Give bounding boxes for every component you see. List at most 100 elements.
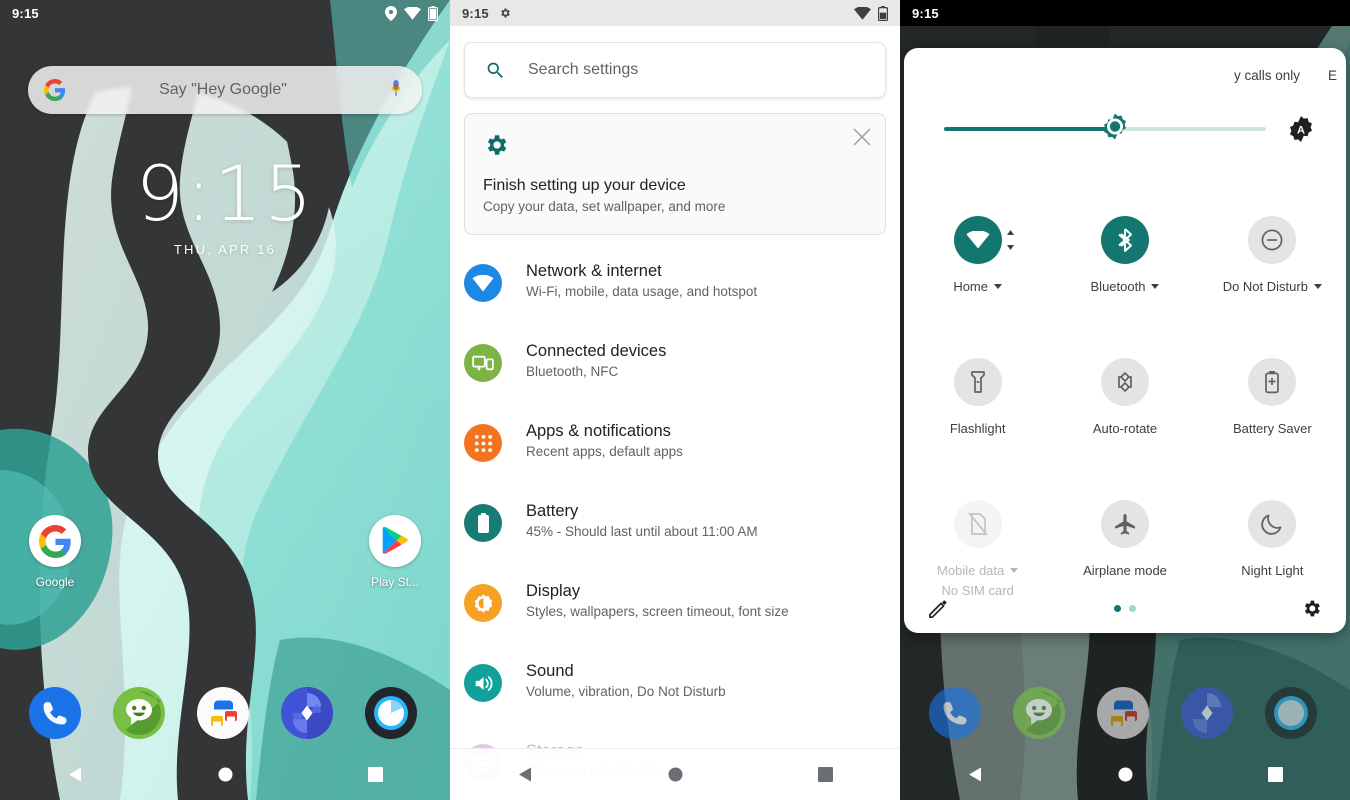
app-icon-play-store[interactable]: Play St... bbox=[350, 515, 440, 589]
recents-button[interactable] bbox=[1235, 766, 1315, 782]
apps-grid-icon bbox=[474, 434, 492, 452]
qs-tile-bluetooth[interactable]: Bluetooth bbox=[1051, 208, 1198, 350]
close-icon[interactable] bbox=[853, 128, 871, 146]
dock-icon-messages[interactable] bbox=[1011, 685, 1067, 741]
recents-button[interactable] bbox=[785, 767, 865, 782]
airplane-icon bbox=[1100, 500, 1149, 548]
settings-item-sub: Bluetooth, NFC bbox=[526, 364, 619, 379]
settings-search-bar[interactable]: Search settings bbox=[464, 42, 886, 98]
qs-tile-label: Night Light bbox=[1241, 563, 1304, 578]
battery-saver-icon bbox=[1248, 358, 1297, 406]
battery-icon bbox=[477, 512, 489, 533]
status-bar-clock: 9:15 bbox=[462, 5, 489, 21]
wifi-icon bbox=[472, 274, 494, 291]
qs-tile-flashlight[interactable]: Flashlight bbox=[904, 350, 1051, 492]
back-button[interactable] bbox=[35, 766, 115, 783]
back-button[interactable] bbox=[485, 766, 565, 783]
three-panel-screenshot: 9:15 Say "Hey Google" 9:15 THU, APR 16 G… bbox=[0, 0, 1350, 800]
no-sim-icon bbox=[953, 500, 1002, 548]
panel-home-screen: 9:15 Say "Hey Google" 9:15 THU, APR 16 G… bbox=[0, 0, 450, 800]
dock-icon-contacts[interactable] bbox=[195, 685, 251, 741]
settings-item-title: Sound bbox=[526, 662, 574, 680]
search-hint-text: Say "Hey Google" bbox=[159, 81, 287, 98]
microphone-icon[interactable] bbox=[386, 79, 406, 101]
quick-settings-tiles: Home Bluetooth Do Not Disturb Flashlight… bbox=[904, 208, 1346, 633]
wallpaper bbox=[0, 0, 450, 800]
phone-icon bbox=[29, 687, 81, 739]
settings-item-display[interactable]: Display Styles, wallpapers, screen timeo… bbox=[450, 568, 900, 648]
qs-tile-do-not-disturb[interactable]: Do Not Disturb bbox=[1199, 208, 1346, 350]
bluetooth-icon bbox=[1100, 216, 1149, 264]
dock-icon-phone[interactable] bbox=[27, 685, 83, 741]
devices-icon bbox=[472, 355, 494, 371]
qs-tile-label: Bluetooth bbox=[1090, 279, 1146, 294]
suggestion-title: Finish setting up your device bbox=[483, 177, 686, 194]
dnd-icon bbox=[1248, 216, 1297, 264]
settings-item-sound[interactable]: Sound Volume, vibration, Do Not Disturb bbox=[450, 648, 900, 728]
gear-icon[interactable] bbox=[1301, 598, 1322, 619]
settings-item-apps[interactable]: Apps & notifications Recent apps, defaul… bbox=[450, 408, 900, 488]
settings-item-sub: Volume, vibration, Do Not Disturb bbox=[526, 684, 726, 699]
contacts-icon bbox=[197, 687, 249, 739]
quick-settings-panel: y calls only E A Home Bluetooth Do Not D… bbox=[904, 48, 1346, 633]
qs-tile-auto-rotate[interactable]: Auto-rotate bbox=[1051, 350, 1198, 492]
carrier-label-left: y calls only bbox=[1233, 68, 1300, 83]
home-status-bar: 9:15 bbox=[0, 0, 450, 26]
dock-icon-contacts[interactable] bbox=[1095, 685, 1151, 741]
chevron-down-icon[interactable] bbox=[1010, 568, 1019, 573]
carrier-text-row: y calls only E bbox=[904, 68, 1346, 83]
home-button[interactable] bbox=[635, 767, 715, 782]
chevron-down-icon[interactable] bbox=[994, 284, 1002, 289]
app-icon-google[interactable]: Google bbox=[10, 515, 100, 589]
status-bar-clock: 9:15 bbox=[12, 5, 39, 21]
settings-list: Network & internet Wi-Fi, mobile, data u… bbox=[450, 248, 900, 800]
messages-icon bbox=[113, 687, 165, 739]
page-dot[interactable] bbox=[1128, 605, 1136, 612]
quicksettings-nav-bar bbox=[900, 748, 1350, 800]
home-button[interactable] bbox=[185, 767, 265, 782]
chevron-down-icon[interactable] bbox=[1151, 284, 1160, 289]
google-app-icon bbox=[38, 524, 71, 558]
updown-arrows-icon bbox=[1006, 230, 1014, 250]
home-icon bbox=[668, 767, 682, 782]
dock-icon-photos[interactable] bbox=[1179, 685, 1235, 741]
page-dot-active[interactable] bbox=[1113, 605, 1121, 612]
back-button[interactable] bbox=[935, 766, 1015, 783]
dock-icon-photos[interactable] bbox=[279, 685, 335, 741]
settings-item-title: Battery bbox=[526, 502, 579, 520]
auto-brightness-icon[interactable]: A bbox=[1288, 116, 1314, 142]
home-dock bbox=[0, 685, 450, 745]
dock-icon-camera[interactable] bbox=[1263, 685, 1319, 741]
app-label: Google bbox=[35, 575, 75, 589]
clock-widget[interactable]: 9:15 THU, APR 16 bbox=[0, 156, 450, 258]
svg-text:A: A bbox=[1297, 125, 1305, 137]
camera-icon bbox=[365, 687, 417, 739]
wifi-icon bbox=[854, 6, 871, 20]
home-icon bbox=[218, 767, 232, 781]
home-button[interactable] bbox=[1085, 767, 1165, 782]
qs-tile-battery-saver[interactable]: Battery Saver bbox=[1199, 350, 1346, 492]
wifi-icon bbox=[953, 216, 1014, 264]
brightness-slider-fill bbox=[944, 127, 1115, 131]
qs-tile-wifi-home[interactable]: Home bbox=[904, 208, 1051, 350]
settings-item-connected-devices[interactable]: Connected devices Bluetooth, NFC bbox=[450, 328, 900, 408]
setup-suggestion-card[interactable]: Finish setting up your device Copy your … bbox=[464, 113, 886, 235]
settings-item-battery[interactable]: Battery 45% - Should last until about 11… bbox=[450, 488, 900, 568]
settings-item-title: Connected devices bbox=[526, 342, 667, 360]
moon-icon bbox=[1248, 500, 1297, 548]
dock-icon-phone[interactable] bbox=[927, 685, 983, 741]
brightness-slider-thumb[interactable] bbox=[1102, 113, 1128, 145]
brightness-slider[interactable] bbox=[944, 113, 1266, 140]
recents-button[interactable] bbox=[335, 766, 415, 782]
chevron-down-icon[interactable] bbox=[1313, 284, 1322, 289]
google-search-bar[interactable]: Say "Hey Google" bbox=[28, 66, 422, 114]
recents-icon bbox=[1267, 766, 1283, 782]
dock-icon-messages[interactable] bbox=[111, 685, 167, 741]
dock-icon-camera[interactable] bbox=[363, 685, 419, 741]
settings-item-network[interactable]: Network & internet Wi-Fi, mobile, data u… bbox=[450, 248, 900, 328]
pencil-icon[interactable] bbox=[928, 599, 948, 619]
brightness-icon bbox=[474, 593, 492, 613]
panel-settings: 9:15 Search settings Finish setting up y… bbox=[450, 0, 900, 800]
qs-tile-label: Flashlight bbox=[949, 421, 1006, 436]
qs-tile-sublabel: No SIM card bbox=[941, 583, 1014, 598]
